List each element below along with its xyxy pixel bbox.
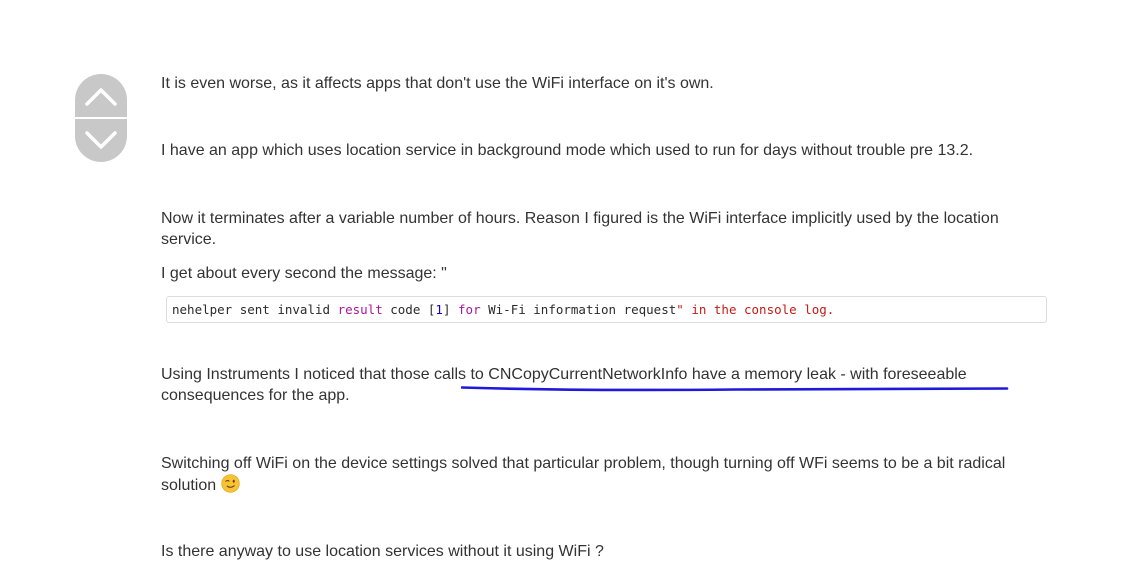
code-token: Wi-Fi information request bbox=[480, 302, 677, 317]
chevron-up-icon bbox=[85, 87, 117, 106]
downvote-button[interactable] bbox=[75, 119, 127, 162]
post-paragraph: It is even worse, as it affects apps tha… bbox=[161, 75, 714, 92]
code-token: " in the console log. bbox=[676, 302, 835, 317]
code-token: nehelper sent invalid bbox=[172, 302, 338, 317]
code-token: result bbox=[337, 302, 383, 317]
code-token: 1 bbox=[435, 302, 443, 317]
post-paragraph: Now it terminates after a variable numbe… bbox=[161, 210, 999, 248]
code-block: nehelper sent invalid result code [1] fo… bbox=[166, 296, 1047, 323]
upvote-button[interactable] bbox=[75, 74, 127, 117]
code-token: code [ bbox=[382, 302, 436, 317]
post-paragraph: Is there anyway to use location services… bbox=[161, 543, 604, 560]
code-token: for bbox=[458, 302, 481, 317]
post-paragraph: I have an app which uses location servic… bbox=[161, 142, 974, 159]
winking-face-emoji bbox=[220, 474, 240, 493]
post-paragraph: Switching off WiFi on the device setting… bbox=[161, 453, 1051, 496]
vote-widget bbox=[75, 74, 127, 162]
annotation-underline bbox=[461, 386, 1009, 392]
code-token: ] bbox=[442, 302, 459, 317]
paragraph-text: Switching off WiFi on the device setting… bbox=[161, 455, 1006, 494]
post-paragraph: I get about every second the message: " bbox=[161, 265, 447, 282]
chevron-down-icon bbox=[85, 130, 117, 149]
